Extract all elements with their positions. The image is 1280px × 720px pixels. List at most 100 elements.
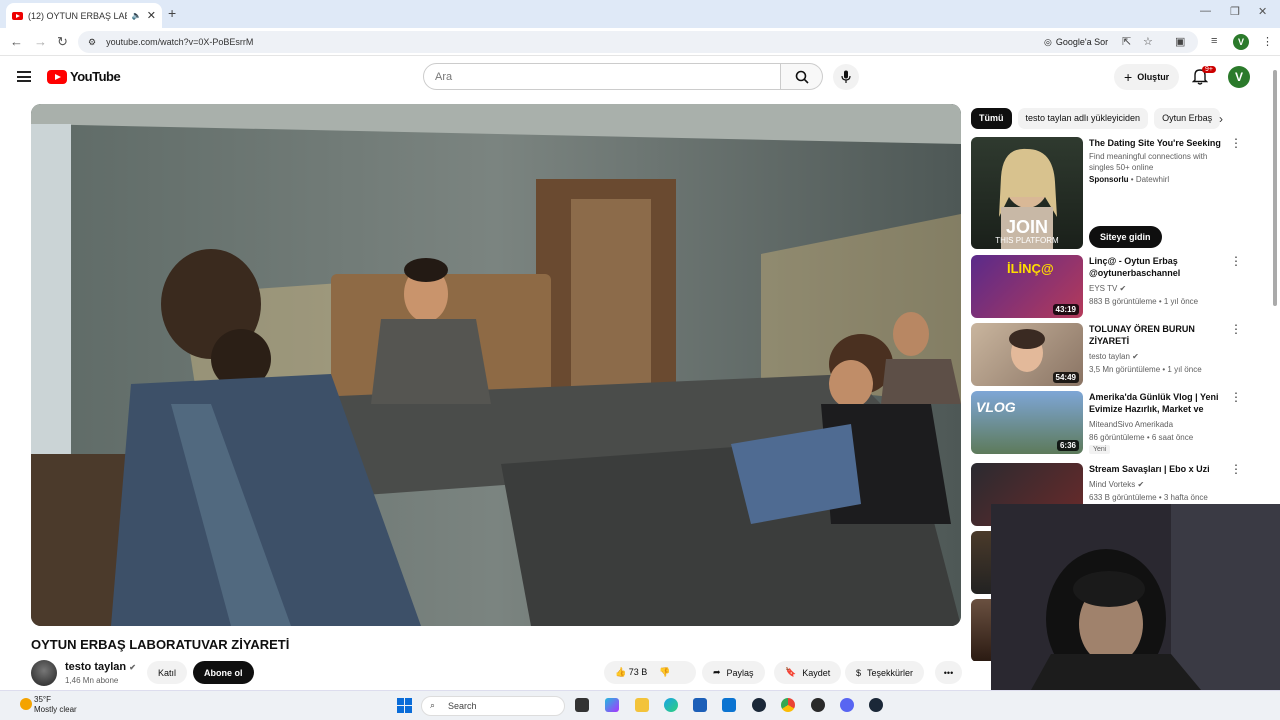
rec-item[interactable]: 54:49 TOLUNAY ÖREN BURUN ZİYARETİ testo … [971, 323, 1242, 386]
subscribe-button[interactable]: Abone ol [193, 661, 254, 684]
tab-close-icon[interactable]: ✕ [147, 9, 156, 22]
back-button[interactable]: ← [10, 34, 23, 49]
close-window-button[interactable]: ✕ [1258, 5, 1267, 18]
chip-oytun[interactable]: Oytun Erbaş [1154, 108, 1221, 129]
verified-icon: ✔ [1119, 284, 1127, 293]
ad-menu-icon[interactable]: ⋮ [1230, 137, 1242, 149]
taskbar-search[interactable]: ⌕ Search [421, 696, 565, 716]
youtube-header: YouTube Ara + Oluştur 9+ V [0, 57, 1280, 97]
rec-thumbnail[interactable]: İLİNÇ@ 43:19 [971, 255, 1083, 318]
channel-name[interactable]: testo taylan ✔ [65, 661, 136, 673]
obs-icon[interactable] [811, 698, 825, 712]
chip-uploader[interactable]: testo taylan adlı yükleyiciden [1017, 108, 1149, 129]
verified-icon: ✔ [1137, 480, 1145, 489]
file-explorer-icon[interactable] [635, 698, 649, 712]
rec-thumbnail[interactable] [971, 599, 991, 661]
new-badge: Yeni [1089, 445, 1111, 454]
like-button[interactable]: 👍 73 B [615, 667, 647, 678]
rec-menu-icon[interactable]: ⋮ [1230, 323, 1242, 335]
minimize-button[interactable]: — [1200, 5, 1211, 17]
weather-widget[interactable]: 35°F Mostly clear [18, 695, 77, 715]
more-horizontal-icon: ••• [943, 667, 954, 678]
install-icon[interactable]: ⇱ [1122, 35, 1131, 48]
forward-button[interactable]: → [34, 34, 47, 49]
menu-icon[interactable] [17, 71, 31, 82]
copilot-icon[interactable] [605, 698, 619, 712]
dislike-button[interactable]: 👎 [659, 667, 670, 678]
address-bar[interactable]: ⚙ youtube.com/watch?v=0X-PoBEsrrM ◎ Goog… [78, 31, 1198, 53]
verified-icon: ✔ [1132, 352, 1139, 361]
rec-channel[interactable]: testo taylan [1089, 352, 1130, 361]
task-view-icon[interactable] [575, 698, 589, 712]
media-control-icon[interactable]: ≡ [1211, 35, 1217, 47]
chip-all[interactable]: Tümü [971, 108, 1012, 129]
rec-title[interactable]: Linç@ - Oytun Erbaş @oytunerbaschannel [1089, 255, 1224, 279]
sponsored-thumbnail[interactable]: JOIN THIS PLATFORM [971, 137, 1083, 249]
site-info-icon[interactable]: ⚙ [88, 37, 96, 48]
browser-profile-avatar[interactable]: V [1233, 34, 1249, 50]
rec-menu-icon[interactable]: ⋮ [1230, 255, 1242, 267]
sponsored-title[interactable]: The Dating Site You're Seeking [1089, 137, 1224, 149]
steam-icon[interactable] [752, 698, 766, 712]
mail-icon[interactable] [722, 698, 736, 712]
edge-icon[interactable] [664, 698, 678, 712]
search-input[interactable]: Ara [423, 63, 781, 90]
channel-avatar[interactable] [31, 660, 57, 686]
rec-item[interactable]: VLOG 6:36 Amerika'da Günlük Vlog | Yeni … [971, 391, 1242, 454]
rec-menu-icon[interactable]: ⋮ [1230, 391, 1242, 403]
rec-thumbnail[interactable]: 54:49 [971, 323, 1083, 386]
url-text: youtube.com/watch?v=0X-PoBEsrrM [106, 37, 254, 47]
voice-search-button[interactable] [833, 64, 859, 90]
chevron-right-icon[interactable]: › [1219, 112, 1223, 126]
page-scrollbar[interactable] [1273, 70, 1277, 306]
rec-channel[interactable]: MiteandSivo Amerikada [1089, 419, 1229, 430]
subscriber-count: 1,46 Mn abone [65, 676, 119, 685]
store-icon[interactable] [693, 698, 707, 712]
bookmark-icon: 🔖 [785, 667, 797, 677]
rec-thumbnail[interactable]: VLOG 6:36 [971, 391, 1083, 454]
rec-meta: 3,5 Mn görüntüleme • 1 yıl önce [1089, 365, 1202, 374]
chrome-icon[interactable] [781, 698, 795, 712]
video-player[interactable] [31, 104, 961, 626]
account-avatar[interactable]: V [1228, 66, 1250, 88]
rec-item-partial[interactable] [971, 531, 991, 661]
windows-start-icon[interactable] [397, 698, 412, 713]
rec-title[interactable]: Stream Savaşları | Ebo x Uzi [1089, 463, 1224, 475]
bookmark-star-icon[interactable]: ☆ [1143, 35, 1153, 48]
reload-button[interactable]: ↻ [57, 34, 68, 50]
channel-name-text: testo taylan [65, 661, 127, 673]
rec-title[interactable]: TOLUNAY ÖREN BURUN ZİYARETİ [1089, 323, 1224, 347]
sidepanel-icon[interactable]: ▣ [1175, 35, 1185, 48]
visit-site-button[interactable]: Siteye gidin [1089, 226, 1162, 248]
browser-menu-icon[interactable]: ⋮ [1262, 35, 1273, 48]
more-actions-button[interactable]: ••• [935, 661, 962, 684]
verified-icon: ✔ [129, 663, 136, 672]
sponsored-thumb-join: JOIN [1005, 217, 1048, 237]
duration-badge: 6:36 [1056, 440, 1079, 451]
steam-icon-2[interactable] [869, 698, 883, 712]
discord-icon[interactable] [840, 698, 854, 712]
rec-channel[interactable]: EYS TV [1089, 284, 1117, 293]
search-button[interactable] [781, 63, 823, 90]
rec-thumbnail[interactable] [971, 531, 991, 594]
webcam-feed [991, 504, 1280, 690]
create-button[interactable]: + Oluştur [1114, 64, 1180, 90]
rec-menu-icon[interactable]: ⋮ [1230, 463, 1242, 475]
google-ask-button[interactable]: ◎ Google'a Sor [1038, 33, 1114, 51]
rec-channel[interactable]: Mind Vorteks [1089, 480, 1135, 489]
duration-badge: 54:49 [1052, 372, 1079, 383]
sponsored-ad[interactable]: JOIN THIS PLATFORM The Dating Site You'r… [971, 137, 1242, 249]
new-tab-button[interactable]: + [168, 5, 176, 21]
thanks-button[interactable]: $ Teşekkürler [845, 661, 925, 684]
speaker-icon[interactable]: 🔈 [132, 11, 142, 20]
join-button[interactable]: Katıl [147, 661, 188, 684]
maximize-button[interactable]: ❐ [1230, 5, 1240, 18]
save-button[interactable]: 🔖 Kaydet [774, 661, 842, 684]
browser-tab-youtube[interactable]: (12) OYTUN ERBAŞ LABORATUVAR ZİYARETİ - … [6, 3, 162, 28]
youtube-logo[interactable]: YouTube [47, 69, 121, 84]
video-frame [31, 104, 961, 626]
like-dislike-group: 👍 73 B 👎 [604, 661, 696, 684]
rec-item[interactable]: İLİNÇ@ 43:19 Linç@ - Oytun Erbaş @oytune… [971, 255, 1242, 318]
share-button[interactable]: ➦ Paylaş [702, 661, 765, 684]
rec-title[interactable]: Amerika'da Günlük Vlog | Yeni Evimize Ha… [1089, 391, 1224, 415]
